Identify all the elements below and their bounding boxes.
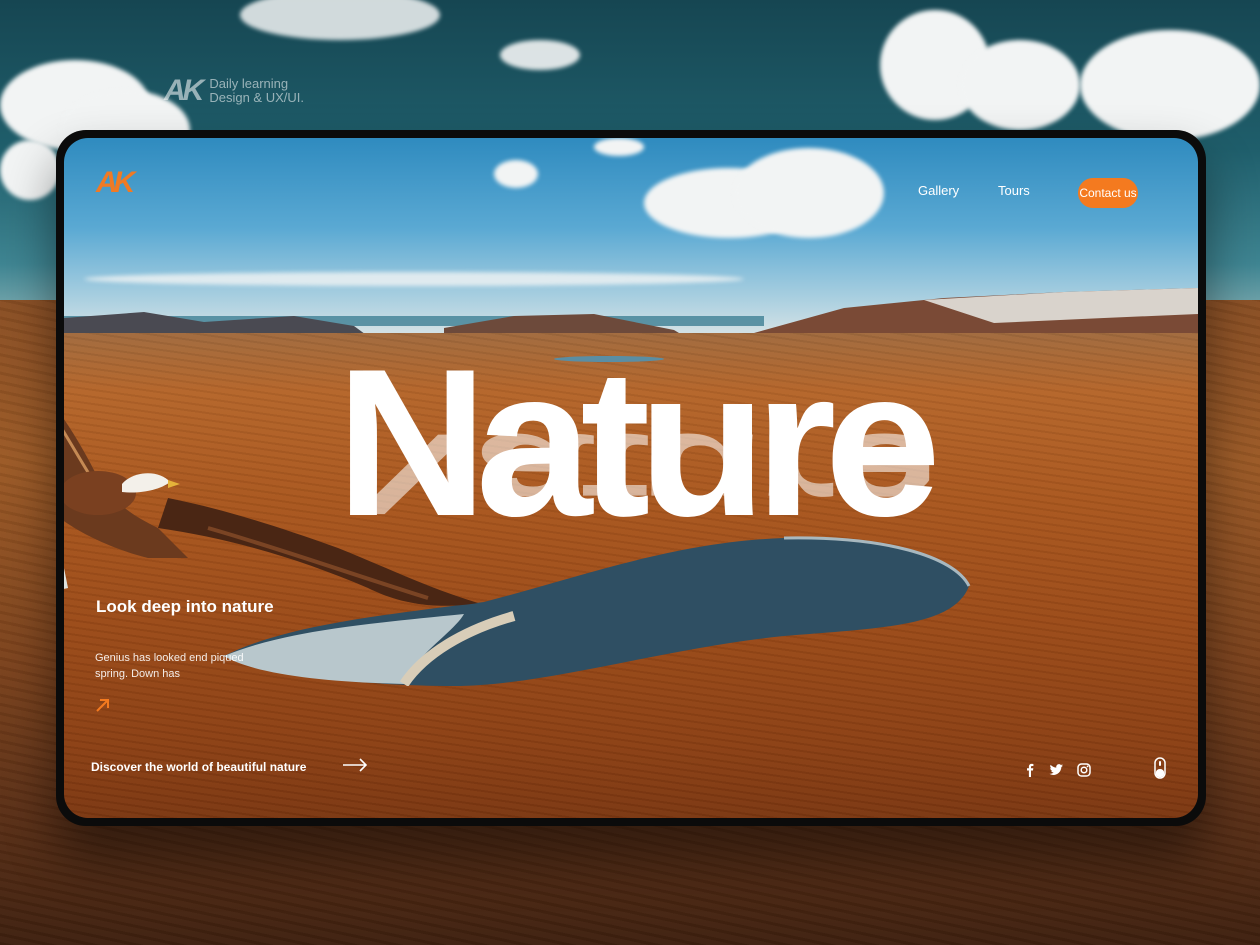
feature-title: Look deep into nature bbox=[96, 597, 274, 616]
discover-link-label[interactable]: Discover the world of beautiful nature bbox=[91, 760, 306, 774]
nav-tours-link[interactable]: Tours bbox=[998, 183, 1030, 198]
cloud bbox=[960, 40, 1080, 130]
cloud bbox=[1080, 30, 1260, 140]
contact-us-button[interactable]: Contact us bbox=[1078, 178, 1138, 208]
nav-gallery-link[interactable]: Gallery bbox=[918, 183, 959, 198]
arrow-right-icon[interactable] bbox=[342, 758, 368, 772]
cloud-band bbox=[84, 272, 744, 286]
twitter-icon[interactable] bbox=[1048, 762, 1064, 778]
website-screen: Nature AK Gallery Tours Contact us Natur… bbox=[64, 138, 1198, 818]
cloud bbox=[494, 160, 538, 188]
mouse-scroll-icon[interactable] bbox=[1154, 757, 1166, 779]
site-logo[interactable]: AK bbox=[96, 166, 135, 200]
cloud bbox=[734, 148, 884, 238]
cloud bbox=[0, 140, 60, 200]
feature-text: Genius has looked end piqued spring. Dow… bbox=[95, 652, 244, 680]
tagline-line-2: Design & UX/UI. bbox=[209, 90, 304, 105]
cloud bbox=[594, 138, 644, 156]
background-brand: AK Daily learning Design & UX/UI. bbox=[164, 74, 304, 108]
arrow-up-right-icon[interactable] bbox=[94, 696, 112, 714]
facebook-icon[interactable] bbox=[1022, 762, 1038, 778]
background-brand-tagline: Daily learning Design & UX/UI. bbox=[209, 77, 304, 105]
device-frame: Nature AK Gallery Tours Contact us Natur… bbox=[56, 130, 1206, 826]
eagle-image bbox=[64, 419, 478, 606]
cloud bbox=[500, 40, 580, 70]
instagram-icon[interactable] bbox=[1076, 762, 1092, 778]
tagline-line-1: Daily learning bbox=[209, 76, 289, 91]
background-brand-mark: AK bbox=[164, 74, 204, 107]
